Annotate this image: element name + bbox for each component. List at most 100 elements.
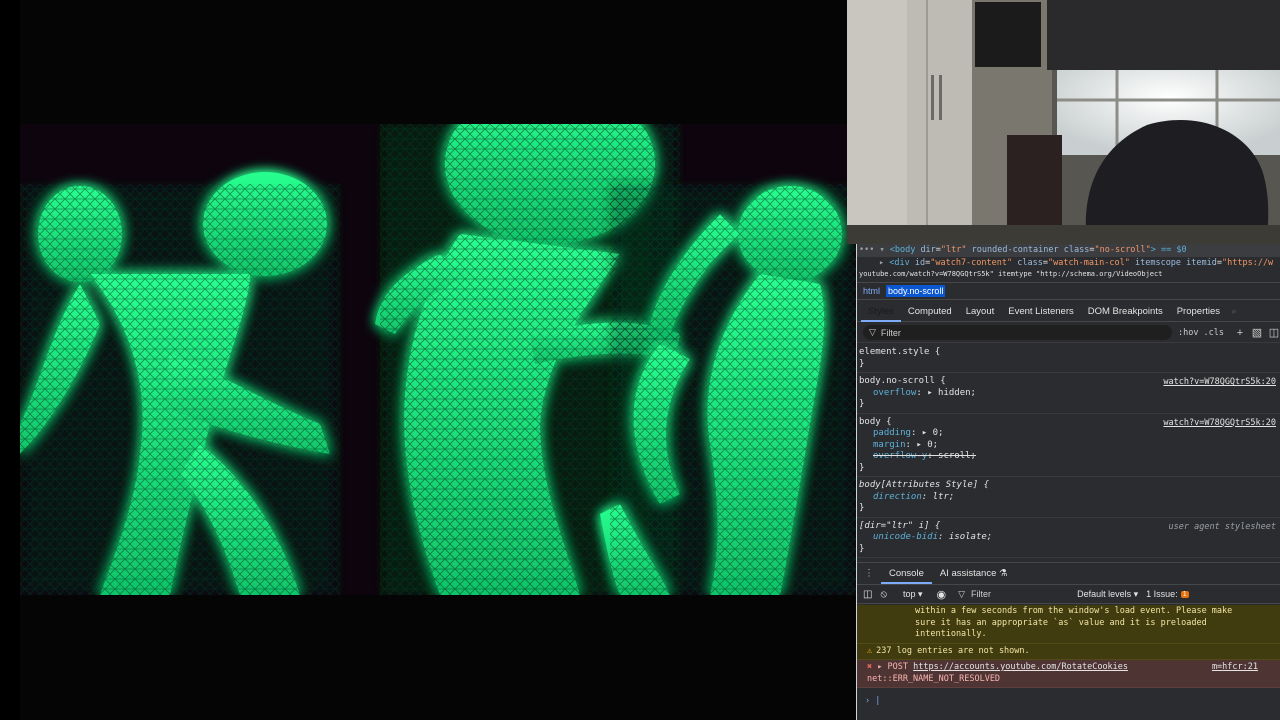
stage-edge	[0, 0, 20, 720]
tab-ai-assistance[interactable]: AI assistance ⚗	[932, 563, 1016, 584]
css-rule-body-no-scroll[interactable]: body.no-scroll { watch?v=W78QGQtrS5k:20 …	[857, 373, 1280, 414]
css-declaration[interactable]: padding: ▸ 0;	[859, 428, 1278, 440]
console-hidden-entries[interactable]: ⚠ 237 log entries are not shown.	[857, 643, 1280, 660]
toggle-sidebar-icon[interactable]: ◫	[1268, 327, 1280, 339]
error-source-link[interactable]: m=hfcr:21	[1212, 662, 1258, 674]
flask-icon: ⚗	[999, 567, 1008, 579]
dom-tag: <body	[889, 245, 916, 255]
cls-toggle[interactable]: .cls	[1204, 328, 1224, 338]
console-output[interactable]: within a few seconds from the window's l…	[857, 605, 1280, 720]
tab-event-listeners[interactable]: Event Listeners	[1001, 302, 1080, 322]
error-expand-toggle[interactable]: ▸ POST	[877, 662, 908, 672]
filter-icon: ▽	[958, 588, 966, 599]
dom-node-watch-content[interactable]: ▸ <div id="watch7-content" class="watch-…	[857, 257, 1280, 270]
video-stage[interactable]	[0, 0, 856, 720]
issues-label: 1 Issue:	[1146, 589, 1178, 599]
console-filter-input[interactable]: ▽ Filter	[954, 587, 1069, 602]
css-selector: element.style {	[859, 347, 941, 357]
issues-counter[interactable]: 1 Issue: 1	[1146, 589, 1189, 599]
log-levels-dropdown[interactable]: Default levels ▾	[1077, 589, 1138, 600]
video-frame[interactable]	[20, 124, 856, 595]
css-rule-user-agent[interactable]: [dir="ltr" i] { user agent stylesheet un…	[857, 518, 1280, 558]
issues-badge: 1	[1180, 590, 1189, 598]
css-rule-attributes-style[interactable]: body[Attributes Style] { direction: ltr;…	[857, 477, 1280, 518]
dom-attr-value: "ltr"	[940, 245, 967, 255]
css-declaration[interactable]: overflow: ▸ hidden;	[859, 388, 1278, 400]
dom-tag-close: > == $0	[1150, 245, 1187, 255]
css-declaration-overridden[interactable]: overflow-y: scroll;	[859, 451, 1278, 463]
paint-brush-icon[interactable]: ▧	[1251, 327, 1263, 339]
tab-dom-breakpoints[interactable]: DOM Breakpoints	[1081, 302, 1170, 322]
more-tabs-chevron-icon[interactable]: »	[1227, 306, 1240, 317]
drawer-menu-icon[interactable]: ⋮	[857, 568, 881, 579]
css-declaration: unicode-bidi: isolate;	[873, 532, 993, 542]
webcam-overlay	[847, 0, 1280, 244]
css-brace: }	[859, 399, 865, 409]
devtools-subtabs: Styles Computed Layout Event Listeners D…	[857, 302, 1280, 322]
dom-attr: rounded-container	[971, 245, 1059, 255]
figure-left	[20, 172, 340, 595]
hov-toggle[interactable]: :hov	[1178, 328, 1198, 338]
dom-node-continuation: youtube.com/watch?v=W78QGQtrS5k" itemtyp…	[859, 270, 1163, 278]
dom-attr-value: "no-scroll"	[1094, 245, 1151, 255]
dom-attr: id	[914, 258, 926, 268]
neon-wireframe-dancers	[20, 124, 856, 595]
filter-icon: ▽	[869, 327, 876, 337]
dom-attr: class	[1063, 245, 1090, 255]
dom-attr-value: "watch7-content"	[930, 258, 1013, 268]
css-declaration[interactable]: margin: ▸ 0;	[859, 440, 1278, 452]
breadcrumb-body[interactable]: body.no-scroll	[886, 285, 946, 297]
figure-right	[600, 184, 856, 595]
dom-attr: itemscope itemid	[1134, 258, 1217, 268]
styles-filter-placeholder: Filter	[880, 327, 901, 338]
tab-layout[interactable]: Layout	[959, 302, 1002, 322]
dom-attr: dir	[920, 245, 936, 255]
dom-attr: class	[1017, 258, 1043, 268]
error-circle-icon: ✖	[867, 662, 873, 672]
css-source-link[interactable]: watch?v=W78QGQtrS5k:20	[1163, 418, 1276, 428]
sidebar-toggle-icon[interactable]: ◫	[863, 589, 872, 600]
warning-triangle-icon: ⚠	[867, 645, 873, 656]
webcam-feed	[847, 0, 1280, 244]
dom-attr-value: "https://w	[1222, 258, 1274, 268]
error-request-url[interactable]: https://accounts.youtube.com/RotateCooki…	[913, 662, 1128, 672]
styles-pane: element.style { } body.no-scroll { watch…	[857, 344, 1280, 561]
dom-expand-toggle[interactable]: ••• ▾	[859, 245, 885, 255]
console-error-message[interactable]: ✖ ▸ POST https://accounts.youtube.com/Ro…	[857, 660, 1280, 688]
css-brace: }	[859, 462, 865, 473]
css-source-link[interactable]: watch?v=W78QGQtrS5k:20	[1163, 377, 1276, 387]
add-rule-icon[interactable]: +	[1234, 327, 1246, 339]
breadcrumb-html[interactable]: html	[861, 285, 882, 297]
tab-console[interactable]: Console	[881, 563, 932, 584]
clear-console-icon[interactable]: ⦸	[880, 589, 887, 600]
styles-filter-input[interactable]: ▽ Filter	[863, 325, 1173, 340]
css-brace: }	[859, 503, 865, 513]
console-filter-placeholder: Filter	[971, 589, 992, 599]
tab-properties[interactable]: Properties	[1170, 302, 1227, 322]
warning-text: within a few seconds from the window's l…	[915, 606, 1233, 616]
dom-attr-value: "watch-main-col"	[1047, 258, 1130, 268]
drawer-tabs: ⋮ Console AI assistance ⚗	[857, 562, 1280, 584]
eye-icon[interactable]: ◉	[937, 588, 947, 601]
css-rule-body[interactable]: body { watch?v=W78QGQtrS5k:20 padding: ▸…	[857, 414, 1280, 477]
console-toolbar: ◫ ⦸ top ▾ ◉ ▽ Filter Default levels ▾ 1 …	[857, 584, 1280, 604]
css-brace: }	[859, 543, 865, 554]
devtools-panel[interactable]: ••• ▾ <body dir="ltr" rounded-container …	[856, 244, 1280, 720]
context-selector[interactable]: top ▾	[903, 589, 923, 600]
console-prompt[interactable]: › |	[857, 688, 1280, 706]
breadcrumb: html body.no-scroll	[857, 282, 1280, 300]
tab-styles[interactable]: Styles	[861, 302, 901, 322]
hidden-entries-text: 237 log entries are not shown.	[876, 645, 1030, 656]
tab-computed[interactable]: Computed	[901, 302, 959, 322]
dom-tag: <div	[889, 258, 910, 268]
css-rule-element-style[interactable]: element.style { }	[857, 344, 1280, 373]
css-brace: }	[859, 358, 865, 369]
dom-expand-toggle[interactable]: ▸	[879, 258, 884, 268]
css-selector: body[Attributes Style] {	[859, 480, 990, 490]
dom-node-body[interactable]: ••• ▾ <body dir="ltr" rounded-container …	[857, 244, 1280, 257]
css-source-ua: user agent stylesheet	[1168, 521, 1276, 532]
console-warning-message[interactable]: within a few seconds from the window's l…	[857, 605, 1280, 644]
warning-text: intentionally.	[915, 629, 987, 639]
css-declaration: direction: ltr;	[873, 491, 955, 502]
warning-text: sure it has an appropriate `as` value an…	[915, 617, 1207, 628]
